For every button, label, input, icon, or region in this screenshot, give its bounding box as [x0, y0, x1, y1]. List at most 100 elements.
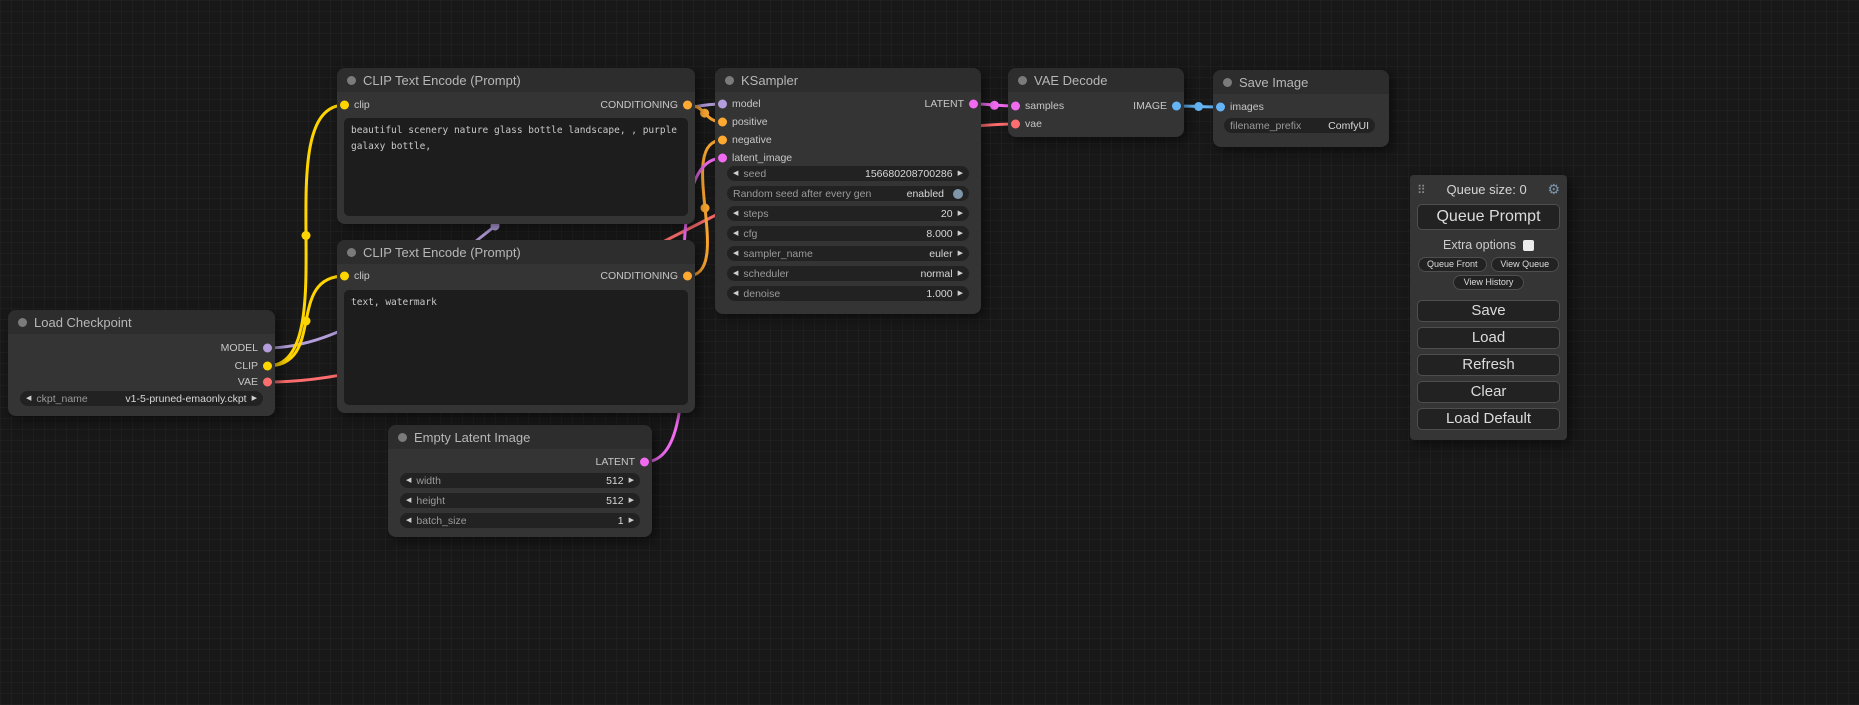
collapse-dot-icon[interactable] [1018, 76, 1027, 85]
increment-arrow-icon[interactable]: ▶ [252, 395, 257, 402]
widget-scheduler[interactable]: ◀ scheduler normal ▶ [727, 266, 969, 281]
node-title-bar[interactable]: VAE Decode [1008, 68, 1184, 92]
input-dot-model[interactable] [718, 100, 727, 109]
drag-handle-icon[interactable]: ⠿ [1417, 183, 1426, 197]
input-dot-latent-image[interactable] [718, 154, 727, 163]
node-vae-decode[interactable]: VAE Decode samples IMAGE vae [1008, 68, 1184, 137]
widget-height[interactable]: ◀ height 512 ▶ [400, 493, 640, 508]
clear-button[interactable]: Clear [1417, 381, 1560, 403]
decrement-arrow-icon[interactable]: ◀ [733, 250, 738, 257]
node-graph-canvas[interactable]: Load Checkpoint MODEL CLIP VAE ◀ ckpt_na… [0, 0, 1859, 705]
load-button[interactable]: Load [1417, 327, 1560, 349]
link-midpoint-dot [302, 317, 311, 326]
node-load-checkpoint[interactable]: Load Checkpoint MODEL CLIP VAE ◀ ckpt_na… [8, 310, 275, 416]
input-dot-negative[interactable] [718, 136, 727, 145]
collapse-dot-icon[interactable] [725, 76, 734, 85]
node-save-image[interactable]: Save Image images filename_prefix ComfyU… [1213, 70, 1389, 147]
increment-arrow-icon[interactable]: ▶ [958, 270, 963, 277]
widget-label: cfg [743, 228, 757, 240]
output-dot-model[interactable] [263, 344, 272, 353]
decrement-arrow-icon[interactable]: ◀ [733, 210, 738, 217]
extra-options-checkbox[interactable] [1523, 240, 1534, 251]
increment-arrow-icon[interactable]: ▶ [958, 290, 963, 297]
decrement-arrow-icon[interactable]: ◀ [406, 497, 411, 504]
input-label-latent-image: latent_image [732, 152, 792, 164]
output-dot-conditioning[interactable] [683, 101, 692, 110]
load-default-button[interactable]: Load Default [1417, 408, 1560, 430]
output-dot-conditioning[interactable] [683, 272, 692, 281]
decrement-arrow-icon[interactable]: ◀ [733, 230, 738, 237]
output-label-latent: LATENT [596, 456, 635, 468]
widget-label: scheduler [743, 268, 789, 280]
input-dot-images[interactable] [1216, 103, 1225, 112]
decrement-arrow-icon[interactable]: ◀ [733, 170, 738, 177]
collapse-dot-icon[interactable] [347, 76, 356, 85]
refresh-button[interactable]: Refresh [1417, 354, 1560, 376]
collapse-dot-icon[interactable] [1223, 78, 1232, 87]
collapse-dot-icon[interactable] [347, 248, 356, 257]
widget-denoise[interactable]: ◀ denoise 1.000 ▶ [727, 286, 969, 301]
output-dot-vae[interactable] [263, 378, 272, 387]
decrement-arrow-icon[interactable]: ◀ [733, 270, 738, 277]
increment-arrow-icon[interactable]: ▶ [629, 497, 634, 504]
input-dot-samples[interactable] [1011, 102, 1020, 111]
widget-ckpt-name[interactable]: ◀ ckpt_name v1-5-pruned-emaonly.ckpt ▶ [20, 391, 263, 406]
widget-steps[interactable]: ◀ steps 20 ▶ [727, 206, 969, 221]
widget-cfg[interactable]: ◀ cfg 8.000 ▶ [727, 226, 969, 241]
slot-row: VAE [8, 374, 275, 390]
decrement-arrow-icon[interactable]: ◀ [26, 395, 31, 402]
output-dot-image[interactable] [1172, 102, 1181, 111]
increment-arrow-icon[interactable]: ▶ [958, 170, 963, 177]
widget-batch-size[interactable]: ◀ batch_size 1 ▶ [400, 513, 640, 528]
queue-prompt-button[interactable]: Queue Prompt [1417, 204, 1560, 230]
widget-sampler-name[interactable]: ◀ sampler_name euler ▶ [727, 246, 969, 261]
node-title-bar[interactable]: Empty Latent Image [388, 425, 652, 449]
input-dot-positive[interactable] [718, 118, 727, 127]
increment-arrow-icon[interactable]: ▶ [958, 250, 963, 257]
collapse-dot-icon[interactable] [398, 433, 407, 442]
queue-controls-row: Queue Front View Queue [1418, 257, 1559, 272]
extra-options-row: Extra options [1410, 235, 1567, 255]
widget-filename-prefix[interactable]: filename_prefix ComfyUI [1224, 118, 1375, 133]
node-title-bar[interactable]: Load Checkpoint [8, 310, 275, 334]
node-clip-text-encode-negative[interactable]: CLIP Text Encode (Prompt) clip CONDITION… [337, 240, 695, 413]
node-empty-latent-image[interactable]: Empty Latent Image LATENT ◀ width 512 ▶ … [388, 425, 652, 537]
input-dot-vae[interactable] [1011, 120, 1020, 129]
widget-value: 1.000 [926, 288, 952, 300]
node-ksampler[interactable]: KSampler model LATENT positive negative … [715, 68, 981, 314]
widget-random-seed-toggle[interactable]: Random seed after every gen enabled [727, 186, 969, 201]
toggle-knob-icon[interactable] [953, 189, 963, 199]
input-dot-clip[interactable] [340, 272, 349, 281]
node-title: VAE Decode [1034, 73, 1107, 88]
positive-prompt-textarea[interactable]: beautiful scenery nature glass bottle la… [344, 118, 688, 216]
decrement-arrow-icon[interactable]: ◀ [406, 517, 411, 524]
node-title-bar[interactable]: CLIP Text Encode (Prompt) [337, 240, 695, 264]
widget-width[interactable]: ◀ width 512 ▶ [400, 473, 640, 488]
queue-front-button[interactable]: Queue Front [1418, 257, 1487, 272]
node-title-bar[interactable]: KSampler [715, 68, 981, 92]
link-midpoint-dot [990, 101, 999, 110]
increment-arrow-icon[interactable]: ▶ [629, 517, 634, 524]
widget-label: height [416, 495, 445, 507]
decrement-arrow-icon[interactable]: ◀ [406, 477, 411, 484]
settings-gear-icon[interactable]: ⚙ [1547, 181, 1560, 198]
input-dot-clip[interactable] [340, 101, 349, 110]
node-title-bar[interactable]: CLIP Text Encode (Prompt) [337, 68, 695, 92]
save-button[interactable]: Save [1417, 300, 1560, 322]
collapse-dot-icon[interactable] [18, 318, 27, 327]
node-clip-text-encode-positive[interactable]: CLIP Text Encode (Prompt) clip CONDITION… [337, 68, 695, 224]
increment-arrow-icon[interactable]: ▶ [958, 210, 963, 217]
view-queue-button[interactable]: View Queue [1491, 257, 1560, 272]
increment-arrow-icon[interactable]: ▶ [629, 477, 634, 484]
widget-value: 1 [618, 515, 624, 527]
widget-seed[interactable]: ◀ seed 156680208700286 ▶ [727, 166, 969, 181]
node-title-bar[interactable]: Save Image [1213, 70, 1389, 94]
output-dot-latent[interactable] [640, 458, 649, 467]
view-history-button[interactable]: View History [1453, 275, 1525, 290]
widget-label: batch_size [416, 515, 466, 527]
output-dot-latent[interactable] [969, 100, 978, 109]
decrement-arrow-icon[interactable]: ◀ [733, 290, 738, 297]
negative-prompt-textarea[interactable]: text, watermark [344, 290, 688, 405]
increment-arrow-icon[interactable]: ▶ [958, 230, 963, 237]
output-dot-clip[interactable] [263, 362, 272, 371]
